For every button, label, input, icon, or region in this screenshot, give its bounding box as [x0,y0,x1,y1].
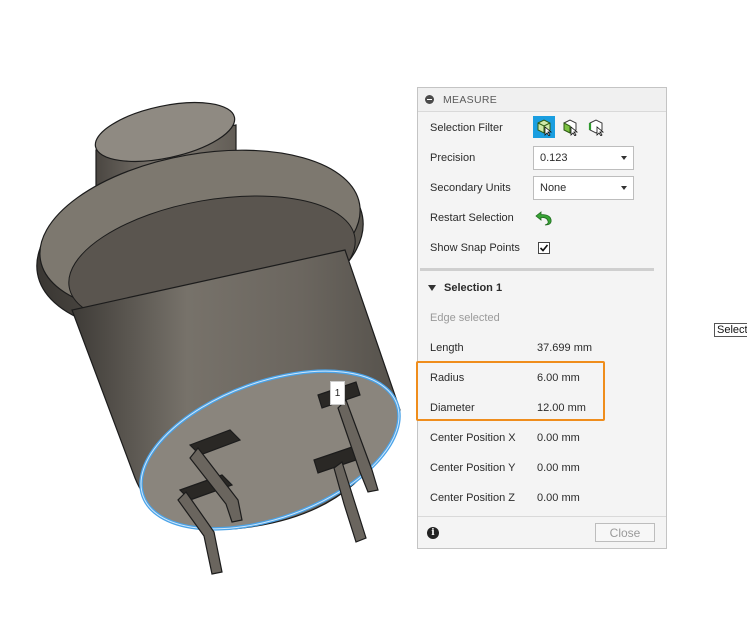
restart-selection-row: Restart Selection [418,203,666,233]
face-select-icon [563,119,579,136]
selection-filter-icons [533,116,607,138]
secondary-units-dropdown[interactable]: None [533,176,634,200]
edge-select-button[interactable] [585,116,607,138]
radius-diameter-highlight [416,361,605,421]
secondary-units-label: Secondary Units [430,182,511,194]
caret-down-icon [428,285,436,291]
secondary-units-value: None [540,182,567,194]
length-value: 37.699 mm [537,342,593,354]
selection-filter-label: Selection Filter [430,122,503,134]
result-row-center-y: Center Position Y 0.00 mm [418,453,666,483]
face-select-button[interactable] [559,116,581,138]
show-snap-points-row: Show Snap Points [418,233,666,263]
panel-title: MEASURE [443,93,498,106]
secondary-units-row: Secondary Units None [418,173,666,203]
edge-selected-row: Edge selected [418,303,666,333]
chevron-down-icon [621,156,627,160]
show-snap-points-checkbox[interactable] [538,242,550,254]
center-z-value: 0.00 mm [537,492,580,504]
center-z-label: Center Position Z [430,492,515,504]
center-x-label: Center Position X [430,432,516,444]
show-snap-points-label: Show Snap Points [430,242,520,254]
collapse-icon[interactable] [425,95,434,104]
result-row-center-x: Center Position X 0.00 mm [418,423,666,453]
selection-1-header[interactable]: Selection 1 [428,280,502,296]
edge-marker: 1 [330,381,345,405]
precision-value: 0.123 [540,152,568,164]
length-label: Length [430,342,464,354]
restart-arrow-icon[interactable] [535,210,553,226]
result-row-length: Length 37.699 mm [418,333,666,363]
chevron-down-icon [621,186,627,190]
center-y-value: 0.00 mm [537,462,580,474]
selection-1-title: Selection 1 [444,282,503,294]
center-x-value: 0.00 mm [537,432,580,444]
precision-label: Precision [430,152,476,164]
checkmark-icon [539,244,549,252]
restart-selection-label: Restart Selection [430,212,514,224]
body-select-button[interactable] [533,116,555,138]
close-button[interactable]: Close [595,523,655,542]
precision-row: Precision 0.123 [418,143,666,173]
panel-footer: i Close [418,516,666,548]
precision-dropdown[interactable]: 0.123 [533,146,634,170]
info-icon[interactable]: i [427,527,439,539]
measure-panel: MEASURE Selection Filter Precision 0.123… [417,87,667,549]
body-select-icon [537,119,553,136]
center-y-label: Center Position Y [430,462,516,474]
edge-select-icon [588,119,605,136]
edge-selected-status: Edge selected [430,312,500,324]
result-row-center-z: Center Position Z 0.00 mm [418,483,666,513]
select-tooltip: Select [714,323,747,337]
panel-divider [420,268,654,271]
selection-filter-row: Selection Filter [418,113,666,143]
panel-header[interactable]: MEASURE [418,88,666,112]
